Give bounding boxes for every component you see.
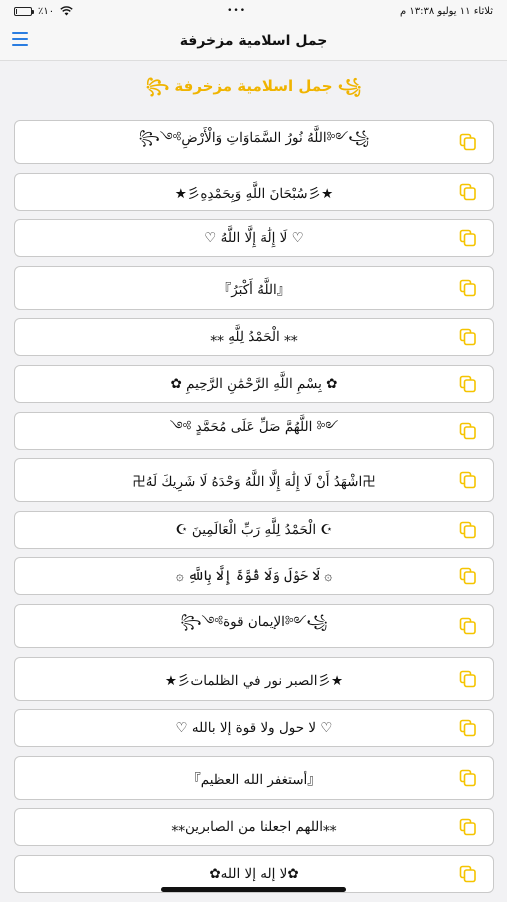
phrase-card[interactable]: ༺ اللَّهُمَّ صَلِّ عَلَى مُحَمَّدٍ ༻ (14, 411, 494, 450)
copy-icon[interactable] (459, 567, 477, 585)
phrase-text: ✿لا إله إلا الله✿ (209, 865, 299, 882)
phrase-card[interactable]: ⁎⁎ الْحَمْدُ لِلَّهِ ⁎⁎ (14, 318, 494, 357)
phrase-card[interactable]: ꧁༺اللَّهُ نُورُ السَّمَاوَاتِ وَالْأَرْض… (14, 120, 494, 164)
multitask-dots[interactable]: ••• (227, 6, 246, 16)
copy-icon[interactable] (459, 818, 477, 836)
phrase-text: ★彡الصبر نور في الظلمات彡★ (164, 672, 344, 689)
phrase-text: 『أستغفر الله العظيم』 (187, 771, 321, 788)
copy-icon[interactable] (459, 865, 477, 883)
phrase-text: ꧁༺اللَّهُ نُورُ السَّمَاوَاتِ وَالْأَرْض… (138, 130, 370, 146)
battery-text: ٪١٠ (38, 5, 55, 17)
phrase-card[interactable]: ꧁༺الإيمان قوة༻꧂ (14, 603, 494, 648)
phrase-text: ⁎⁎ الْحَمْدُ لِلَّهِ ⁎⁎ (210, 329, 298, 346)
phrase-card[interactable]: ⁎⁎اللهم اجعلنا من الصابرين⁎⁎ (14, 808, 494, 847)
phrase-text: ۞ لَا حَوْلَ وَلَا قُوَّةَ إِلَّا بِاللَ… (175, 568, 333, 585)
copy-icon[interactable] (459, 471, 477, 489)
phrase-card[interactable]: 卍اشْهَدُ أَنْ لَا إِلَٰهَ إِلَّا اللَّهُ… (14, 458, 494, 503)
copy-icon[interactable] (459, 133, 477, 151)
phrase-text: ☪ الْحَمْدُ لِلَّهِ رَبِّ الْعَالَمِينَ … (175, 521, 333, 538)
phrase-text: ༺ اللَّهُمَّ صَلِّ عَلَى مُحَمَّدٍ ༻ (169, 418, 339, 435)
phrase-card[interactable]: ☪ الْحَمْدُ لِلَّهِ رَبِّ الْعَالَمِينَ … (14, 510, 494, 549)
phrase-card[interactable]: ★彡سُبْحَانَ اللَّهِ وَبِحَمْدِهِ彡★ (14, 172, 494, 211)
copy-icon[interactable] (459, 279, 477, 297)
copy-icon[interactable] (459, 769, 477, 787)
copy-icon[interactable] (459, 521, 477, 539)
hamburger-menu-icon[interactable] (12, 32, 28, 46)
phrase-card[interactable]: ۞ لَا حَوْلَ وَلَا قُوَّةَ إِلَّا بِاللَ… (14, 557, 494, 596)
copy-icon[interactable] (459, 375, 477, 393)
phrase-text: ♡ لَا إِلَٰهَ إِلَّا اللَّهُ ♡ (204, 230, 304, 247)
copy-icon[interactable] (459, 328, 477, 346)
phrase-card[interactable]: ✿ بِسْمِ اللَّهِ الرَّحْمَٰنِ الرَّحِيمِ… (14, 364, 494, 403)
phrase-card[interactable]: ★彡الصبر نور في الظلمات彡★ (14, 656, 494, 701)
wifi-icon (60, 6, 73, 16)
copy-icon[interactable] (459, 719, 477, 737)
copy-icon[interactable] (459, 422, 477, 440)
phrase-text: ♡ لا حول ولا قوة إلا بالله ♡ (175, 720, 333, 737)
phrase-card[interactable]: 『اللَّهُ أَكْبَرُ』 (14, 265, 494, 310)
phrase-text: ✿ بِسْمِ اللَّهِ الرَّحْمَٰنِ الرَّحِيمِ… (170, 375, 338, 392)
phrase-card[interactable]: ♡ لَا إِلَٰهَ إِلَّا اللَّهُ ♡ (14, 219, 494, 258)
home-indicator[interactable] (161, 887, 346, 892)
copy-icon[interactable] (459, 670, 477, 688)
phrase-text: 『اللَّهُ أَكْبَرُ』 (217, 281, 291, 298)
status-datetime: ثلاثاء ١١ يوليو ١٣:٣٨ م (400, 5, 493, 17)
copy-icon[interactable] (459, 617, 477, 635)
phrase-text: ꧁༺الإيمان قوة༻꧂ (180, 613, 328, 630)
battery-icon (14, 6, 34, 16)
phrase-text: ★彡سُبْحَانَ اللَّهِ وَبِحَمْدِهِ彡★ (174, 185, 334, 202)
phrase-list: ꧁༺اللَّهُ نُورُ السَّمَاوَاتِ وَالْأَرْض… (14, 120, 494, 902)
status-bar: ٪١٠ ••• ثلاثاء ١١ يوليو ١٣:٣٨ م (0, 0, 507, 22)
phrase-text: 卍اشْهَدُ أَنْ لَا إِلَٰهَ إِلَّا اللَّهُ… (132, 474, 376, 491)
phrase-text: ⁎⁎اللهم اجعلنا من الصابرين⁎⁎ (171, 819, 337, 836)
page-title: ꧁ جمل اسلامية مزخرفة ꧂ (145, 77, 362, 95)
phrase-card[interactable]: 『أستغفر الله العظيم』 (14, 755, 494, 800)
phrase-card[interactable]: ♡ لا حول ولا قوة إلا بالله ♡ (14, 709, 494, 748)
battery-level (16, 8, 18, 14)
copy-icon[interactable] (459, 183, 477, 201)
navigation-bar: جمل اسلامية مزخرفة (0, 22, 507, 61)
copy-icon[interactable] (459, 229, 477, 247)
nav-title: جمل اسلامية مزخرفة (179, 33, 328, 49)
status-left: ٪١٠ (14, 6, 73, 17)
